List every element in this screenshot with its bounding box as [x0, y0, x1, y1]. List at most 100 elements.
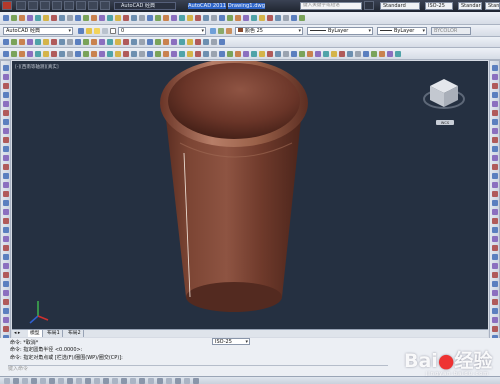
standard-tool-icon[interactable]	[107, 15, 113, 21]
status-toggle-icon[interactable]	[76, 378, 82, 384]
modify-tool-icon[interactable]	[492, 146, 498, 152]
modify-tool-icon[interactable]	[492, 101, 498, 107]
modeling-tool-icon[interactable]	[363, 51, 369, 57]
make-current-layer-icon[interactable]	[210, 28, 216, 34]
visual-style-tool-icon[interactable]	[3, 39, 9, 45]
standard-tool-icon[interactable]	[171, 15, 177, 21]
multileader-style-combo[interactable]: Standard	[485, 2, 500, 10]
modeling-tool-icon[interactable]	[155, 51, 161, 57]
status-toggle-icon[interactable]	[184, 378, 190, 384]
status-toggle-icon[interactable]	[103, 378, 109, 384]
visual-style-tool-icon[interactable]	[139, 39, 145, 45]
modeling-tool-icon[interactable]	[203, 51, 209, 57]
visual-style-tool-icon[interactable]	[91, 39, 97, 45]
visual-style-tool-icon[interactable]	[107, 39, 113, 45]
modeling-tool-icon[interactable]	[331, 51, 337, 57]
standard-tool-icon[interactable]	[235, 15, 241, 21]
draw-tool-icon[interactable]	[3, 326, 9, 332]
app-menu-button[interactable]	[2, 1, 12, 10]
draw-tool-icon[interactable]	[3, 290, 9, 296]
modeling-tool-icon[interactable]	[179, 51, 185, 57]
standard-tool-icon[interactable]	[299, 15, 305, 21]
search-input[interactable]: 键入关键字或短语	[300, 2, 362, 10]
modify-tool-icon[interactable]	[492, 182, 498, 188]
modify-tool-icon[interactable]	[492, 317, 498, 323]
visual-style-tool-icon[interactable]	[211, 39, 217, 45]
draw-tool-icon[interactable]	[3, 65, 9, 71]
draw-tool-icon[interactable]	[3, 155, 9, 161]
visual-style-tool-icon[interactable]	[83, 39, 89, 45]
standard-tool-icon[interactable]	[11, 15, 17, 21]
status-toggle-icon[interactable]	[31, 378, 37, 384]
modify-tool-icon[interactable]	[492, 299, 498, 305]
standard-tool-icon[interactable]	[91, 15, 97, 21]
modify-tool-icon[interactable]	[492, 236, 498, 242]
modeling-tool-icon[interactable]	[307, 51, 313, 57]
standard-tool-icon[interactable]	[195, 15, 201, 21]
standard-tool-icon[interactable]	[75, 15, 81, 21]
annotation-scale-combo[interactable]: ISO-25 ▾	[212, 338, 250, 345]
workspace-combo[interactable]: AutoCAD 经典	[114, 2, 176, 10]
open-icon[interactable]	[28, 1, 38, 10]
lineweight-combo[interactable]: ByLayer ▾	[377, 27, 427, 35]
draw-tool-icon[interactable]	[3, 263, 9, 269]
standard-tool-icon[interactable]	[115, 15, 121, 21]
status-toggle-icon[interactable]	[139, 378, 145, 384]
modeling-tool-icon[interactable]	[219, 51, 225, 57]
modeling-tool-icon[interactable]	[275, 51, 281, 57]
modify-tool-icon[interactable]	[492, 218, 498, 224]
modeling-tool-icon[interactable]	[35, 51, 41, 57]
modeling-tool-icon[interactable]	[3, 51, 9, 57]
model-viewport[interactable]: [-][西南等轴测][真实] WCS	[12, 61, 488, 329]
modeling-tool-icon[interactable]	[355, 51, 361, 57]
modeling-tool-icon[interactable]	[187, 51, 193, 57]
standard-tool-icon[interactable]	[139, 15, 145, 21]
status-toggle-icon[interactable]	[130, 378, 136, 384]
draw-tool-icon[interactable]	[3, 218, 9, 224]
draw-tool-icon[interactable]	[3, 191, 9, 197]
modify-tool-icon[interactable]	[492, 326, 498, 332]
command-input[interactable]: 键入命令	[8, 365, 388, 372]
standard-tool-icon[interactable]	[83, 15, 89, 21]
layer-combo[interactable]: 0 ▾	[118, 27, 206, 35]
modeling-tool-icon[interactable]	[107, 51, 113, 57]
modeling-tool-icon[interactable]	[99, 51, 105, 57]
visual-style-tool-icon[interactable]	[43, 39, 49, 45]
modify-tool-icon[interactable]	[492, 119, 498, 125]
saveas-icon[interactable]	[52, 1, 62, 10]
draw-tool-icon[interactable]	[3, 173, 9, 179]
draw-tool-icon[interactable]	[3, 272, 9, 278]
modify-tool-icon[interactable]	[492, 290, 498, 296]
visual-style-tool-icon[interactable]	[59, 39, 65, 45]
standard-tool-icon[interactable]	[179, 15, 185, 21]
linetype-combo[interactable]: ByLayer ▾	[307, 27, 373, 35]
standard-tool-icon[interactable]	[251, 15, 257, 21]
workspace-select[interactable]: AutoCAD 经典 ▾	[3, 27, 73, 35]
modeling-tool-icon[interactable]	[27, 51, 33, 57]
search-icon[interactable]	[364, 1, 374, 10]
text-style-combo[interactable]: Standard	[380, 2, 420, 10]
standard-tool-icon[interactable]	[243, 15, 249, 21]
visual-style-tool-icon[interactable]	[51, 39, 57, 45]
modeling-tool-icon[interactable]	[123, 51, 129, 57]
status-toggle-icon[interactable]	[13, 378, 19, 384]
modeling-tool-icon[interactable]	[315, 51, 321, 57]
visual-style-tool-icon[interactable]	[115, 39, 121, 45]
modeling-tool-icon[interactable]	[251, 51, 257, 57]
modeling-tool-icon[interactable]	[291, 51, 297, 57]
modeling-tool-icon[interactable]	[323, 51, 329, 57]
modify-tool-icon[interactable]	[492, 263, 498, 269]
visual-style-tool-icon[interactable]	[219, 39, 225, 45]
draw-tool-icon[interactable]	[3, 110, 9, 116]
draw-tool-icon[interactable]	[3, 137, 9, 143]
draw-tool-icon[interactable]	[3, 101, 9, 107]
modeling-tool-icon[interactable]	[227, 51, 233, 57]
color-combo[interactable]: 颜色 25 ▾	[235, 27, 303, 35]
standard-tool-icon[interactable]	[283, 15, 289, 21]
standard-tool-icon[interactable]	[147, 15, 153, 21]
standard-tool-icon[interactable]	[163, 15, 169, 21]
modeling-tool-icon[interactable]	[67, 51, 73, 57]
modeling-tool-icon[interactable]	[195, 51, 201, 57]
draw-tool-icon[interactable]	[3, 200, 9, 206]
standard-tool-icon[interactable]	[291, 15, 297, 21]
